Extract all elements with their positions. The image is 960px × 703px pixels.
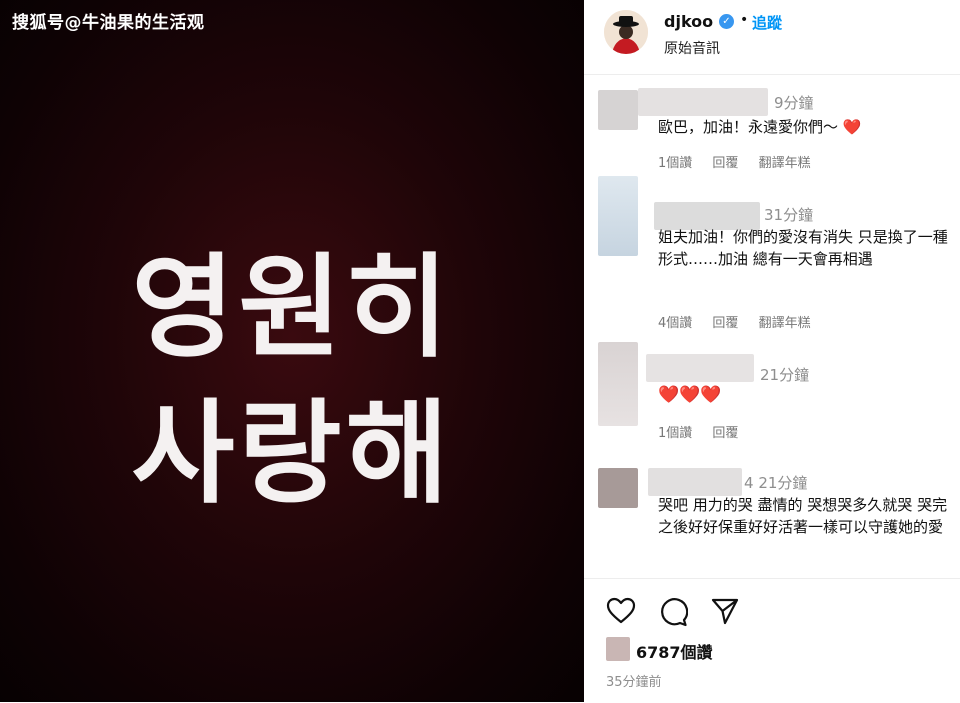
original-audio-link[interactable]: 原始音訊: [664, 38, 720, 58]
reply-button[interactable]: 回覆: [712, 426, 738, 441]
post-header: djkoo ✓ • 追蹤 原始音訊: [584, 0, 960, 75]
comment-text-body: 歐巴，加油！永遠愛你們～: [658, 118, 839, 136]
blurred-username[interactable]: [648, 468, 742, 496]
comment-time: 9分鐘: [774, 94, 814, 112]
follow-button[interactable]: 追蹤: [752, 12, 782, 33]
post-image: 搜狐号@牛油果的生活观 영원히 사랑해: [0, 0, 584, 702]
comment-time: 4 21分鐘: [744, 472, 807, 493]
like-count[interactable]: 6787個讚: [636, 639, 713, 663]
reply-button[interactable]: 回覆: [712, 156, 738, 171]
comment-avatar[interactable]: [598, 176, 638, 256]
comment-time-label: 21分鐘: [758, 474, 808, 492]
share-icon[interactable]: [710, 597, 740, 629]
heart-icon[interactable]: [606, 597, 636, 629]
blurred-username[interactable]: [646, 354, 754, 382]
avatar[interactable]: [604, 10, 648, 54]
watermark: 搜狐号@牛油果的生活观: [12, 13, 205, 33]
comment-avatar[interactable]: [598, 342, 638, 426]
likes-avatar: [606, 637, 630, 661]
image-text-line1: 영원히: [131, 243, 453, 373]
post-time: 35分鐘前: [606, 675, 662, 690]
comment-likes[interactable]: 1個讚: [658, 156, 692, 171]
reply-button[interactable]: 回覆: [712, 316, 738, 331]
blurred-username[interactable]: [638, 88, 768, 116]
username-suffix: 4: [744, 474, 754, 492]
comment-text: 哭吧 用力的哭 盡情的 哭想哭多久就哭 哭完之後好好保重好好活著一樣可以守護她的…: [658, 496, 948, 536]
comment-icon[interactable]: [658, 597, 689, 631]
comment-avatar[interactable]: [598, 468, 638, 508]
separator-dot: •: [740, 12, 749, 28]
heart-emoji: ❤️: [842, 118, 862, 136]
post-actions: 6787個讚 35分鐘前: [584, 578, 960, 703]
verified-icon: ✓: [719, 14, 734, 29]
hearts-emoji: ❤️❤️❤️: [658, 385, 722, 405]
comment-text: 歐巴，加油！永遠愛你們～ ❤️: [658, 116, 950, 138]
comment-likes[interactable]: 4個讚: [658, 316, 692, 331]
comment-actions: 4個讚 回覆 翻譯年糕: [658, 312, 827, 331]
translate-button[interactable]: 翻譯年糕: [759, 316, 811, 331]
comment-actions: 1個讚 回覆 翻譯年糕: [658, 152, 827, 171]
comment-text: 姐夫加油！你們的愛沒有消失 只是換了一種形式……加油 總有一天會再相遇: [658, 228, 948, 268]
comment-likes[interactable]: 1個讚: [658, 426, 692, 441]
image-text-line2: 사랑해: [131, 389, 453, 519]
post-panel: djkoo ✓ • 追蹤 原始音訊 9分鐘 歐巴，加油！永遠愛你們～ ❤️ 1個…: [584, 0, 960, 702]
username[interactable]: djkoo: [664, 12, 713, 31]
translate-button[interactable]: 翻譯年糕: [759, 156, 811, 171]
comment-actions: 1個讚 回覆: [658, 422, 754, 441]
comment-time: 31分鐘: [764, 206, 814, 224]
comment-avatar[interactable]: [598, 90, 638, 130]
comment-time: 21分鐘: [760, 366, 810, 384]
